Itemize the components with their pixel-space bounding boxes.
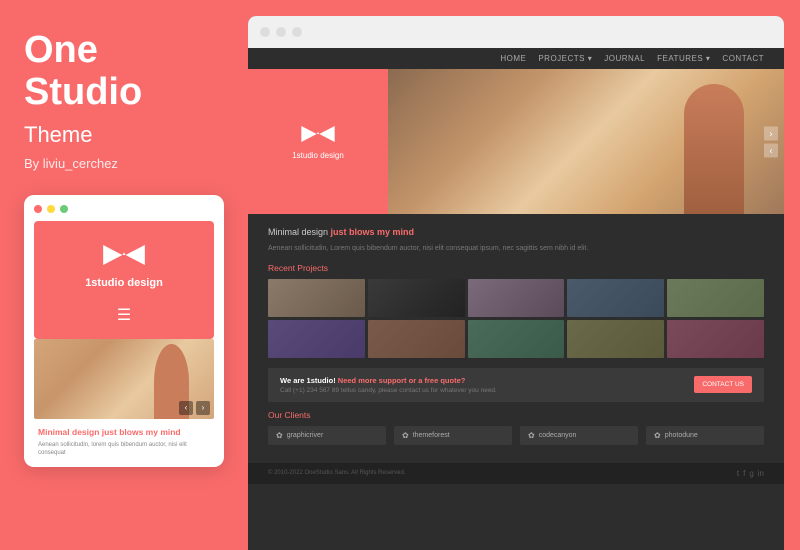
hero-carousel-controls: › ‹ — [764, 126, 778, 157]
mobile-window-dots — [34, 205, 214, 213]
mobile-hero-section: 1studio design ☰ — [34, 221, 214, 339]
portfolio-item[interactable] — [667, 279, 764, 317]
client-codecanyon: ✿ codecanyon — [520, 426, 638, 445]
photodune-label: photodune — [665, 432, 698, 439]
footer-social-links: t f g in — [737, 469, 764, 478]
mobile-preview: 1studio design ☰ ‹ › Minimal design just… — [24, 195, 224, 468]
nav-journal[interactable]: JOURNAL — [604, 54, 645, 63]
cta-phone: Call (+1) 234 567 89 tellus candy, pleas… — [280, 387, 497, 394]
tagline-normal: Minimal design — [268, 227, 331, 237]
portfolio-item[interactable] — [468, 320, 565, 358]
chevron-down[interactable]: ‹ — [764, 143, 778, 157]
graphicriver-label: graphicriver — [287, 432, 324, 439]
dot-red — [34, 205, 42, 213]
next-arrow[interactable]: › — [196, 401, 210, 415]
dot-green — [60, 205, 68, 213]
theme-title: One Studio — [24, 30, 224, 114]
title-line1: One — [24, 29, 98, 71]
dot-yellow — [47, 205, 55, 213]
tagline-heading: Minimal design just blows my mind — [268, 222, 764, 240]
graphicriver-icon: ✿ — [276, 431, 283, 440]
cta-heading: We are 1studio! Need more support or a f… — [280, 376, 497, 385]
nav-home[interactable]: HOME — [500, 54, 526, 63]
nav-features[interactable]: FEATURES ▾ — [657, 54, 710, 63]
tagline-accent: just blows my mind — [331, 227, 415, 237]
main-content: Minimal design just blows my mind Aenean… — [248, 214, 784, 463]
client-themeforest: ✿ themeforest — [394, 426, 512, 445]
mobile-text-section: Minimal design just blows my mind Aenean… — [34, 419, 214, 458]
recent-projects-title: Recent Projects — [268, 263, 764, 273]
hero-section: 1studio design › ‹ — [248, 69, 784, 214]
left-panel: One Studio Theme By liviu_cerchez 1studi… — [0, 0, 248, 550]
portfolio-item[interactable] — [268, 279, 365, 317]
portfolio-item[interactable] — [567, 279, 664, 317]
portfolio-item[interactable] — [368, 320, 465, 358]
twitter-icon[interactable]: t — [737, 469, 739, 478]
theme-subtitle: Theme — [24, 122, 224, 148]
client-graphicriver: ✿ graphicriver — [268, 426, 386, 445]
browser-dot-2 — [276, 27, 286, 37]
photodune-icon: ✿ — [654, 431, 661, 440]
cta-heading-accent: Need more support or a free quote? — [338, 376, 466, 385]
cta-text-block: We are 1studio! Need more support or a f… — [280, 376, 497, 394]
browser-dot-1 — [260, 27, 270, 37]
mobile-brand-text: 1studio design — [85, 277, 163, 289]
footer-copyright: © 2010-2022 OneStudio Sans. All Rights R… — [268, 470, 406, 476]
linkedin-icon[interactable]: in — [758, 469, 764, 478]
mobile-image-section: ‹ › — [34, 339, 214, 419]
author-label: By liviu_cerchez — [24, 156, 224, 171]
prev-arrow[interactable]: ‹ — [179, 401, 193, 415]
hamburger-icon[interactable]: ☰ — [117, 305, 131, 325]
client-photodune: ✿ photodune — [646, 426, 764, 445]
portfolio-item[interactable] — [368, 279, 465, 317]
contact-us-button[interactable]: CONTACT US — [694, 376, 752, 393]
nav-projects[interactable]: PROJECTS ▾ — [538, 54, 592, 63]
cta-banner: We are 1studio! Need more support or a f… — [268, 368, 764, 402]
hero-image: › ‹ — [388, 69, 784, 214]
themeforest-icon: ✿ — [402, 431, 409, 440]
chevron-up[interactable]: › — [764, 126, 778, 140]
intro-description: Aenean sollicitudin, Lorem quis bibendum… — [268, 244, 764, 255]
codecanyon-label: codecanyon — [539, 432, 577, 439]
hero-person-silhouette — [684, 84, 744, 214]
portfolio-grid — [268, 279, 764, 358]
portfolio-item[interactable] — [268, 320, 365, 358]
desktop-browser-preview: HOME PROJECTS ▾ JOURNAL FEATURES ▾ CONTA… — [248, 16, 784, 550]
codecanyon-icon: ✿ — [528, 431, 535, 440]
clients-section-title: Our Clients — [268, 410, 764, 420]
mobile-post-heading: Minimal design just blows my mind — [38, 427, 210, 437]
nav-contact[interactable]: CONTACT — [722, 54, 764, 63]
mobile-post-body: Aenean sollicitudin, lorem quis bibendum… — [38, 441, 210, 458]
title-line2: Studio — [24, 71, 142, 113]
mobile-nav-arrows: ‹ › — [179, 401, 210, 415]
hero-bowtie-icon — [298, 123, 338, 145]
browser-dot-3 — [292, 27, 302, 37]
site-content: HOME PROJECTS ▾ JOURNAL FEATURES ▾ CONTA… — [248, 48, 784, 550]
site-footer: © 2010-2022 OneStudio Sans. All Rights R… — [248, 463, 784, 484]
facebook-icon[interactable]: f — [743, 469, 745, 478]
site-navigation: HOME PROJECTS ▾ JOURNAL FEATURES ▾ CONTA… — [248, 48, 784, 69]
themeforest-label: themeforest — [413, 432, 450, 439]
browser-chrome — [248, 16, 784, 48]
mobile-bowtie-icon — [99, 241, 149, 269]
googleplus-icon[interactable]: g — [749, 469, 753, 478]
cta-brand: We are 1studio! — [280, 376, 338, 385]
portfolio-item[interactable] — [468, 279, 565, 317]
hero-brand-name: 1studio design — [292, 151, 344, 160]
portfolio-item[interactable] — [667, 320, 764, 358]
clients-grid: ✿ graphicriver ✿ themeforest ✿ codecanyo… — [268, 426, 764, 445]
hero-logo: 1studio design — [248, 69, 388, 214]
portfolio-item[interactable] — [567, 320, 664, 358]
